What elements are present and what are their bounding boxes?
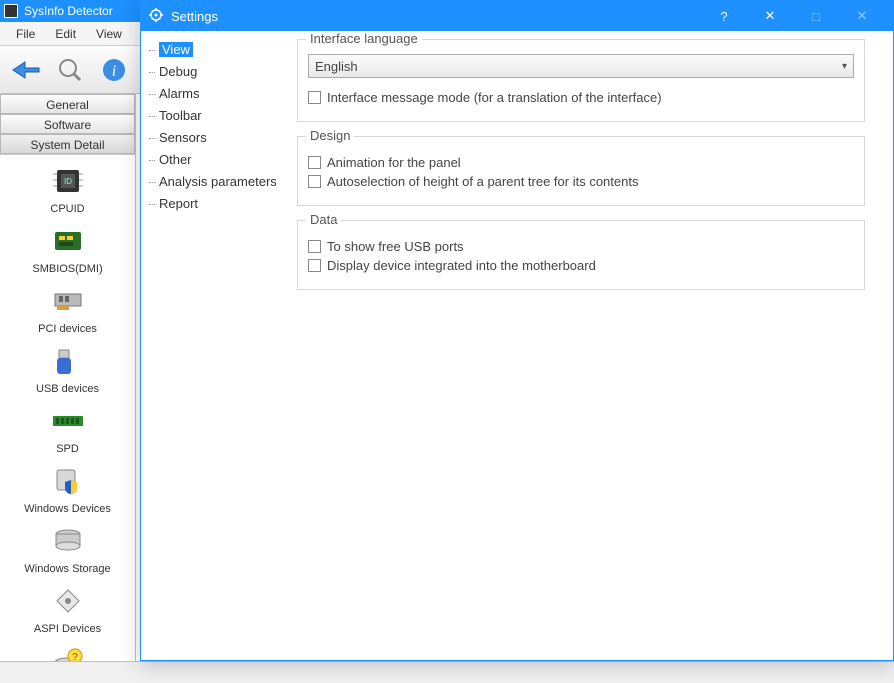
app-icon [4,4,18,18]
pci-card-icon [50,283,86,319]
checkbox[interactable] [308,91,321,104]
tree-item-toolbar[interactable]: Toolbar [145,105,285,127]
gear-icon [149,8,163,25]
checkbox[interactable] [308,240,321,253]
scsi-icon [50,583,86,619]
interface-message-mode-row[interactable]: Interface message mode (for a translatio… [308,90,854,105]
group-legend: Interface language [306,31,422,46]
back-button[interactable] [6,50,46,90]
sidebar-item-windows-storage[interactable]: Windows Storage [0,523,135,575]
unknown-device-icon: ? [50,643,86,661]
sidebar-item-label: ASPI Devices [0,623,135,635]
autoselect-height-row[interactable]: Autoselection of height of a parent tree… [308,174,854,189]
settings-titlebar[interactable]: Settings ? ✕ □ ✕ [141,1,893,31]
checkbox-label: Display device integrated into the mothe… [327,258,596,273]
show-free-usb-row[interactable]: To show free USB ports [308,239,854,254]
tree-item-report[interactable]: Report [145,193,285,215]
maximize-button[interactable]: □ [793,1,839,31]
sidebar-list[interactable]: ID CPUID SMBIOS(DMI) PCI devices USB dev… [0,154,135,661]
checkbox[interactable] [308,259,321,272]
ram-icon [50,403,86,439]
sidebar-item-spd[interactable]: SPD [0,403,135,455]
sidebar-item-usb[interactable]: USB devices [0,343,135,395]
cpu-icon: ID [50,163,86,199]
search-button[interactable] [50,50,90,90]
storage-icon [50,523,86,559]
svg-text:?: ? [72,652,78,661]
sidebar-item-cpuid[interactable]: ID CPUID [0,163,135,215]
sidebar-item-pci[interactable]: PCI devices [0,283,135,335]
menu-edit[interactable]: Edit [45,24,86,44]
sidebar-item-label: SMBIOS(DMI) [0,263,135,275]
sidebar-tab-general[interactable]: General [0,94,135,114]
chevron-down-icon: ▾ [842,61,847,72]
sidebar-item-label: CPUID [0,203,135,215]
help-button[interactable]: ? [701,1,747,31]
tree-item-analysis[interactable]: Analysis parameters [145,171,285,193]
checkbox-label: Autoselection of height of a parent tree… [327,174,638,189]
sidebar-item-label: SPD [0,443,135,455]
language-combobox[interactable]: English ▾ [308,54,854,78]
data-group: Data To show free USB ports Display devi… [297,220,865,290]
checkbox-label: Interface message mode (for a translatio… [327,90,662,105]
checkbox[interactable] [308,175,321,188]
chip-icon [50,223,86,259]
display-motherboard-row[interactable]: Display device integrated into the mothe… [308,258,854,273]
interface-language-group: Interface language English ▾ Interface m… [297,39,865,122]
sidebar-item-label: Windows Storage [0,563,135,575]
design-group: Design Animation for the panel Autoselec… [297,136,865,206]
sidebar-item-aspi[interactable]: ASPI Devices [0,583,135,635]
app-title: SysInfo Detector [24,4,113,18]
menu-view[interactable]: View [86,24,132,44]
close-button-2: ✕ [839,1,885,31]
tree-item-other[interactable]: Other [145,149,285,171]
tree-item-alarms[interactable]: Alarms [145,83,285,105]
settings-dialog: Settings ? ✕ □ ✕ View Debug Alarms Toolb… [140,0,894,661]
language-value: English [315,59,358,74]
settings-content: Interface language English ▾ Interface m… [289,31,893,660]
sidebar-item-windows-devices[interactable]: Windows Devices [0,463,135,515]
usb-icon [50,343,86,379]
group-legend: Design [306,128,354,143]
sidebar-tab-software[interactable]: Software [0,114,135,134]
sidebar-item-unknown[interactable]: ? Unknown Devices [0,643,135,661]
statusbar [0,661,894,683]
tree-item-sensors[interactable]: Sensors [145,127,285,149]
info-button[interactable]: i [94,50,134,90]
settings-tree: View Debug Alarms Toolbar Sensors Other … [141,31,289,660]
checkbox-label: Animation for the panel [327,155,461,170]
group-legend: Data [306,212,341,227]
checkbox[interactable] [308,156,321,169]
sidebar: General Software System Detail ID CPUID … [0,94,136,661]
sidebar-item-label: Windows Devices [0,503,135,515]
animation-panel-row[interactable]: Animation for the panel [308,155,854,170]
sidebar-item-label: USB devices [0,383,135,395]
close-button[interactable]: ✕ [747,1,793,31]
device-shield-icon [50,463,86,499]
sidebar-tab-system-detail[interactable]: System Detail [0,134,135,154]
menu-file[interactable]: File [6,24,45,44]
svg-text:ID: ID [64,177,72,186]
tree-item-debug[interactable]: Debug [145,61,285,83]
settings-body: View Debug Alarms Toolbar Sensors Other … [141,31,893,660]
checkbox-label: To show free USB ports [327,239,464,254]
svg-text:i: i [112,63,116,80]
tree-item-view[interactable]: View [145,39,285,61]
sidebar-item-smbios[interactable]: SMBIOS(DMI) [0,223,135,275]
settings-title: Settings [171,9,218,24]
sidebar-item-label: PCI devices [0,323,135,335]
